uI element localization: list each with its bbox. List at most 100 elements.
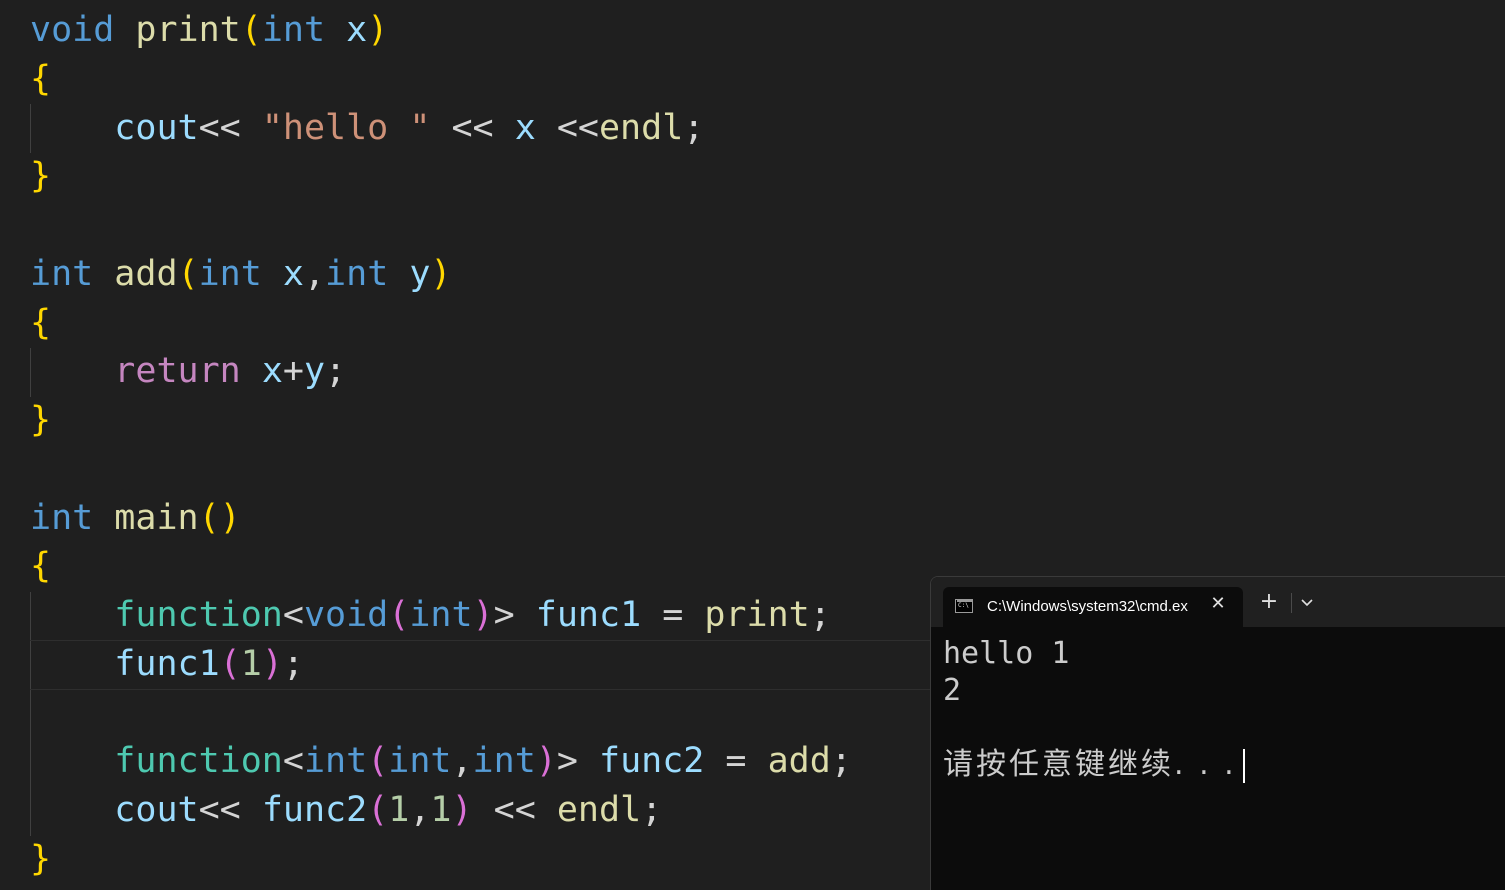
code-token: int [30,497,94,538]
code-line[interactable]: void print(int x) [30,6,388,55]
chevron-down-icon[interactable] [1297,590,1317,614]
code-token: ( [240,10,262,50]
code-token: ) [430,253,452,294]
code-line[interactable]: } [30,152,51,201]
code-token: ) [367,10,389,50]
code-token: ) [261,643,283,684]
code-token: ; [282,643,304,684]
code-line[interactable]: return x+y; [30,347,346,396]
code-token: main [114,497,199,538]
code-token: x [261,351,283,392]
code-token: int [303,741,368,782]
code-line[interactable]: cout<< "hello " << x <<endl; [30,104,704,153]
code-token: , [303,253,326,294]
code-token: , [409,790,431,830]
code-line[interactable]: function<int(int,int)> func2 = add; [30,737,852,786]
code-token: endl [556,790,642,830]
code-token: func2 [261,790,368,830]
code-line[interactable]: function<void(int)> func1 = print; [30,591,831,640]
code-token: ; [325,351,347,392]
code-token: 1 [388,790,410,830]
code-token: ; [809,595,831,635]
code-line[interactable]: int main() [30,494,241,543]
code-token: ; [830,741,852,782]
code-token: int [325,253,389,294]
code-token: } [30,838,52,879]
close-icon[interactable]: ✕ [1207,593,1229,615]
code-token: func1 [114,643,220,684]
code-token: cout [114,790,199,830]
terminal-output[interactable]: hello 1 2 请按任意键继续. . . [943,635,1498,783]
code-token: ) [535,741,557,782]
code-token: "hello " [261,107,431,148]
code-line[interactable]: func1(1); [30,640,304,689]
press-any-key-prompt: 请按任意键继续. . . [943,747,1237,782]
code-token: < [282,595,304,635]
code-token: void [30,10,115,50]
terminal-tab[interactable]: C:\ C:\Windows\system32\cmd.ex ✕ [943,587,1243,627]
code-token: } [30,156,52,197]
code-token: int [198,253,262,294]
code-line[interactable]: { [30,542,51,591]
code-line[interactable]: } [30,396,51,445]
code-token: x [346,10,368,50]
code-line[interactable]: int add(int x,int y) [30,250,452,299]
code-line[interactable]: } [30,835,51,884]
code-token: } [30,400,52,440]
code-token: y [303,351,326,392]
code-token: function [114,595,283,635]
code-token: int [388,741,452,782]
code-token: ) [472,595,494,635]
code-token: << [430,107,515,148]
code-line[interactable]: cout<< func2(1,1) << endl; [30,786,662,835]
code-token: y [409,253,431,294]
code-token: { [30,302,52,343]
code-token: ; [683,107,705,148]
code-line[interactable]: { [30,299,51,348]
code-token: int [261,10,326,50]
code-token: add [767,741,831,782]
code-token: func2 [599,741,705,782]
code-token: > [556,741,599,782]
code-token: { [30,58,52,99]
plus-icon[interactable]: + [1257,589,1281,615]
code-token: print [135,10,241,50]
code-token: > [493,595,536,635]
code-token: int [472,741,536,782]
console-icon: C:\ [955,599,973,613]
code-token: x [282,253,304,294]
code-token: 1 [430,790,452,830]
code-token: endl [598,107,684,148]
code-token: ( [388,595,410,635]
code-token: << [472,790,557,830]
code-token: ) [451,790,473,830]
code-token: 1 [240,643,262,684]
terminal-prompt-line: 请按任意键继续. . . [943,746,1498,783]
terminal-window[interactable]: C:\ C:\Windows\system32\cmd.ex ✕ + hello… [930,576,1505,890]
code-token: << [198,107,262,148]
code-token: ( [367,741,389,782]
code-token: { [30,546,52,587]
code-token: << [535,107,599,148]
code-token: + [282,351,304,392]
code-token: < [282,741,304,782]
code-line[interactable]: { [30,55,51,104]
code-token: int [30,253,94,294]
code-token: ( [367,790,389,830]
code-token: add [114,253,178,294]
code-token: , [451,741,473,782]
code-token: << [198,790,262,830]
code-token: cout [114,107,199,148]
